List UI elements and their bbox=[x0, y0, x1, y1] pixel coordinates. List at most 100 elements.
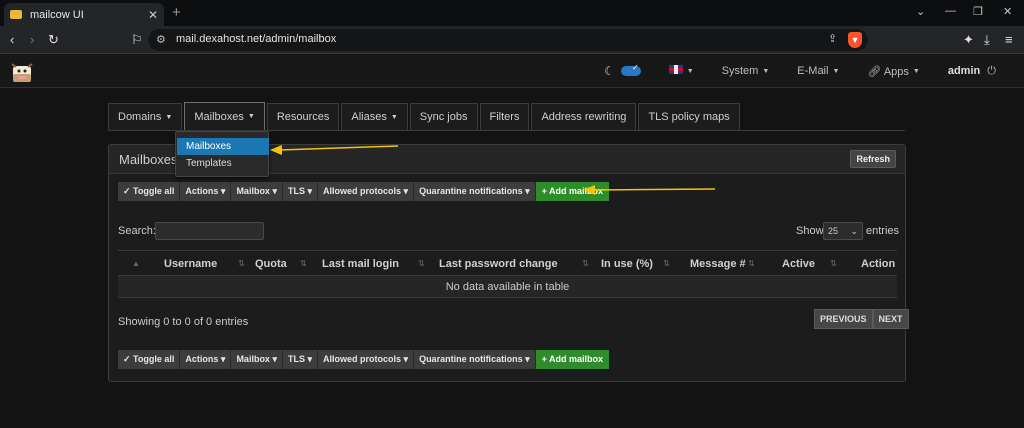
sort-icon[interactable]: ⇅ bbox=[748, 259, 755, 268]
tab-resources[interactable]: Resources bbox=[266, 103, 340, 130]
close-window-icon[interactable]: ✕ bbox=[1003, 5, 1012, 18]
toggle-all-button[interactable]: ✓ Toggle all bbox=[118, 182, 181, 201]
refresh-button[interactable]: Refresh bbox=[850, 150, 896, 168]
column-quota[interactable]: Quota bbox=[255, 258, 287, 270]
mailbox-button[interactable]: Mailbox ▾ bbox=[231, 182, 283, 201]
allowed-protocols-button[interactable]: Allowed protocols ▾ bbox=[318, 182, 415, 201]
add-mailbox-label: Add mailbox bbox=[549, 186, 604, 196]
tab-label: TLS policy maps bbox=[648, 111, 730, 123]
column-username[interactable]: Username bbox=[164, 258, 217, 270]
actions-button[interactable]: Actions ▾ bbox=[180, 350, 232, 369]
search-input[interactable] bbox=[155, 222, 264, 240]
site-settings-icon[interactable]: ⚙ bbox=[156, 33, 166, 46]
entries-label: entries bbox=[866, 225, 900, 237]
dark-mode-switch[interactable] bbox=[620, 63, 641, 76]
page-size-select[interactable]: 25 ⌄ bbox=[823, 222, 863, 240]
language-dropdown[interactable]: ▼ bbox=[668, 65, 694, 77]
tls-button[interactable]: TLS ▾ bbox=[282, 350, 319, 369]
power-icon[interactable]: ⏻ bbox=[987, 65, 996, 77]
show-label: Show bbox=[796, 225, 824, 237]
restore-icon[interactable]: ❐ bbox=[973, 5, 983, 18]
sort-icon[interactable]: ⇅ bbox=[418, 259, 425, 268]
link-icon: 🔗︎ bbox=[867, 65, 882, 78]
mailcow-logo[interactable] bbox=[10, 58, 34, 85]
column-last-mail-login[interactable]: Last mail login bbox=[322, 258, 399, 270]
minimize-icon[interactable]: — bbox=[945, 5, 956, 17]
empty-table-row: No data available in table bbox=[118, 276, 897, 298]
column-in-use[interactable]: In use (%) bbox=[601, 258, 653, 270]
close-tab-icon[interactable]: ✕ bbox=[148, 8, 158, 22]
address-bar[interactable]: ⚙ mail.dexahost.net/admin/mailbox ⇪ ▼ bbox=[148, 29, 868, 51]
quarantine-notifications-button[interactable]: Quarantine notifications ▾ bbox=[414, 182, 536, 201]
search-label: Search: bbox=[118, 225, 156, 237]
column-message-count[interactable]: Message # bbox=[690, 258, 746, 270]
quarantine-notifications-button[interactable]: Quarantine notifications ▾ bbox=[414, 350, 536, 369]
chevron-down-icon: ▼ bbox=[832, 67, 840, 75]
share-icon[interactable]: ⇪ bbox=[828, 32, 837, 45]
actions-button[interactable]: Actions ▾ bbox=[180, 182, 232, 201]
email-menu-label: E-Mail bbox=[797, 65, 829, 77]
tab-search-icon[interactable]: ⌄ bbox=[916, 5, 925, 18]
next-button[interactable]: NEXT bbox=[872, 309, 909, 329]
tab-domains[interactable]: Domains ▼ bbox=[108, 103, 183, 130]
system-menu-label: System bbox=[721, 65, 759, 77]
column-active[interactable]: Active bbox=[782, 258, 815, 270]
allowed-protocols-label: Allowed protocols bbox=[323, 186, 402, 196]
download-icon[interactable]: ⤓ bbox=[984, 32, 990, 48]
actions-label: Actions bbox=[185, 186, 219, 196]
bookmark-icon[interactable]: ⚐ bbox=[131, 32, 143, 48]
add-mailbox-button[interactable]: + Add mailbox bbox=[535, 182, 610, 201]
add-mailbox-label: Add mailbox bbox=[549, 354, 604, 364]
pagination: PREVIOUS NEXT bbox=[814, 309, 909, 329]
tls-label: TLS bbox=[287, 354, 305, 364]
tab-label: Aliases bbox=[351, 111, 387, 123]
allowed-protocols-button[interactable]: Allowed protocols ▾ bbox=[318, 350, 415, 369]
apps-menu[interactable]: 🔗︎ Apps ▼ bbox=[867, 65, 919, 78]
tab-tls-policy-maps[interactable]: TLS policy maps bbox=[638, 103, 740, 130]
brave-shields-icon[interactable]: ▼ bbox=[848, 32, 862, 48]
previous-button[interactable]: PREVIOUS bbox=[814, 309, 873, 329]
user-menu[interactable]: admin ⏻ bbox=[948, 65, 996, 78]
column-action: Action bbox=[861, 258, 896, 270]
mailboxes-dropdown-menu: Mailboxes Templates bbox=[175, 131, 269, 177]
allowed-protocols-label: Allowed protocols bbox=[323, 354, 402, 364]
mailbox-label: Mailbox bbox=[236, 354, 270, 364]
mail-favicon-icon bbox=[10, 10, 22, 19]
system-menu[interactable]: System ▼ bbox=[722, 65, 770, 77]
tab-sync-jobs[interactable]: Sync jobs bbox=[409, 103, 478, 130]
sort-icon[interactable]: ▲ bbox=[132, 259, 140, 268]
sort-icon[interactable]: ⇅ bbox=[300, 259, 307, 268]
toggle-all-button[interactable]: ✓ Toggle all bbox=[118, 350, 181, 369]
menu-item-mailboxes[interactable]: Mailboxes bbox=[177, 138, 269, 155]
toggle-all-label: Toggle all bbox=[133, 186, 175, 196]
tab-filters[interactable]: Filters bbox=[479, 103, 530, 130]
sort-icon[interactable]: ⇅ bbox=[830, 259, 837, 268]
theme-toggle[interactable]: ☾ bbox=[604, 63, 641, 78]
tab-address-rewriting[interactable]: Address rewriting bbox=[531, 103, 637, 130]
back-icon[interactable]: ‹ bbox=[10, 32, 14, 47]
browser-tab[interactable]: mailcow UI ✕ bbox=[4, 3, 164, 26]
tab-aliases[interactable]: Aliases ▼ bbox=[341, 103, 408, 130]
actions-label: Actions bbox=[185, 354, 219, 364]
tls-button[interactable]: TLS ▾ bbox=[282, 182, 319, 201]
sort-icon[interactable]: ⇅ bbox=[582, 259, 589, 268]
chevron-down-icon: ▼ bbox=[247, 113, 255, 120]
column-last-password-change[interactable]: Last password change bbox=[439, 258, 558, 270]
mailbox-button[interactable]: Mailbox ▾ bbox=[231, 350, 283, 369]
extensions-icon[interactable]: ✦ bbox=[963, 32, 974, 48]
menu-item-templates[interactable]: Templates bbox=[177, 155, 269, 172]
new-tab-icon[interactable]: + bbox=[172, 4, 181, 21]
reload-icon[interactable]: ↻ bbox=[48, 32, 59, 48]
page-size-value: 25 bbox=[828, 226, 839, 236]
sort-icon[interactable]: ⇅ bbox=[238, 259, 245, 268]
sort-icon[interactable]: ⇅ bbox=[663, 259, 670, 268]
chevron-down-icon: ⌄ bbox=[850, 226, 858, 236]
email-menu[interactable]: E-Mail ▼ bbox=[797, 65, 839, 77]
tab-label: Resources bbox=[276, 111, 330, 123]
tab-label: Domains bbox=[118, 111, 162, 123]
tab-label: Mailboxes bbox=[194, 110, 244, 123]
forward-icon[interactable]: › bbox=[30, 32, 34, 47]
menu-icon[interactable]: ≡ bbox=[1005, 32, 1013, 47]
tab-mailboxes[interactable]: Mailboxes ▼ bbox=[184, 102, 265, 130]
add-mailbox-button[interactable]: + Add mailbox bbox=[535, 350, 610, 369]
